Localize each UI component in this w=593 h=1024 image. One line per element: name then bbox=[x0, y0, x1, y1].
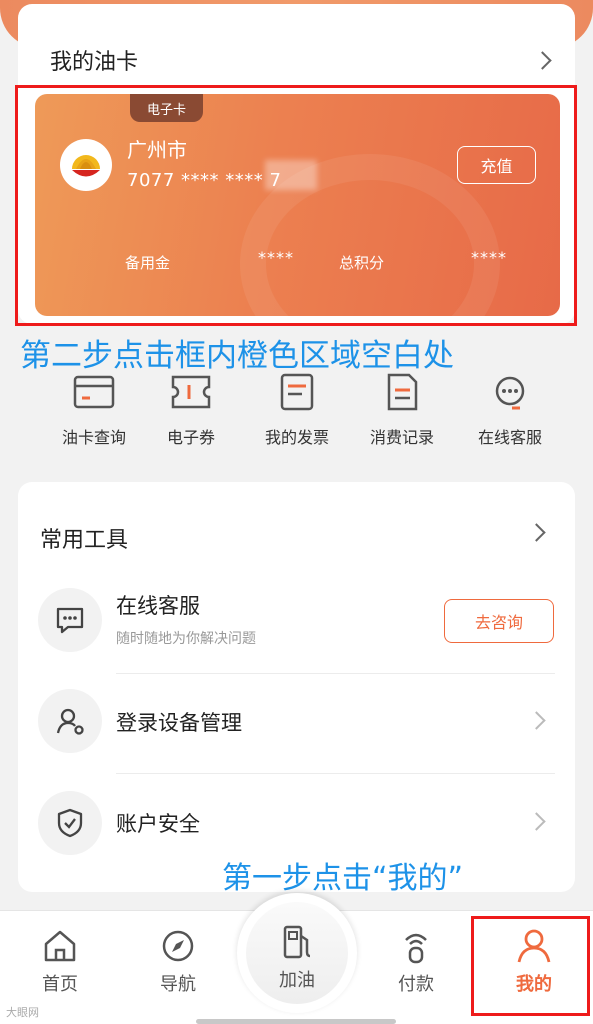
tools-panel: 常用工具 在线客服 随时随地为你解决问题 去咨询 登录设备管理 账户安全 bbox=[18, 482, 575, 892]
card-query-icon bbox=[72, 372, 116, 412]
home-icon bbox=[40, 926, 80, 966]
chevron-right-icon[interactable] bbox=[527, 711, 546, 730]
quick-label: 我的发票 bbox=[264, 428, 329, 447]
record-icon bbox=[380, 372, 424, 412]
card-highlight-box bbox=[15, 85, 577, 326]
chat-icon bbox=[38, 588, 102, 652]
consult-button[interactable]: 去咨询 bbox=[444, 599, 554, 643]
tab-label: 导航 bbox=[160, 974, 196, 995]
quick-label: 消费记录 bbox=[369, 428, 434, 447]
quick-coupon[interactable]: 电子券 bbox=[141, 372, 241, 448]
divider bbox=[116, 673, 555, 674]
tool-title-device-management[interactable]: 登录设备管理 bbox=[116, 707, 242, 737]
tab-navigation[interactable]: 导航 bbox=[128, 926, 228, 996]
chevron-right-icon[interactable] bbox=[527, 523, 546, 542]
tool-title-account-security[interactable]: 账户安全 bbox=[116, 808, 200, 838]
watermark: 大眼网 bbox=[6, 1006, 39, 1019]
tab-pay[interactable]: 付款 bbox=[366, 926, 466, 996]
quick-label: 油卡查询 bbox=[61, 428, 126, 447]
mine-tab-highlight-box bbox=[471, 916, 590, 1016]
invoice-icon bbox=[275, 372, 319, 412]
pay-icon bbox=[396, 926, 436, 966]
quick-card-query[interactable]: 油卡查询 bbox=[44, 372, 144, 448]
tab-label: 付款 bbox=[398, 974, 434, 995]
coupon-icon bbox=[169, 372, 213, 412]
step1-annotation: 第一步点击“我的” bbox=[222, 861, 464, 896]
shield-icon bbox=[38, 791, 102, 855]
chevron-right-icon[interactable] bbox=[533, 51, 552, 70]
tab-fuel[interactable]: 加油 bbox=[247, 922, 347, 992]
step2-annotation: 第二步点击框内橙色区域空白处 bbox=[20, 338, 454, 374]
tab-label: 加油 bbox=[279, 970, 315, 991]
compass-icon bbox=[158, 926, 198, 966]
tab-label: 首页 bbox=[42, 974, 78, 995]
quick-record[interactable]: 消费记录 bbox=[352, 372, 452, 448]
home-indicator bbox=[196, 1019, 396, 1024]
fuel-pump-icon bbox=[277, 922, 317, 962]
tools-title: 常用工具 bbox=[40, 528, 129, 553]
chevron-right-icon[interactable] bbox=[527, 812, 546, 831]
tab-home[interactable]: 首页 bbox=[10, 926, 110, 996]
headset-icon bbox=[488, 372, 532, 412]
quick-label: 电子券 bbox=[166, 428, 215, 447]
oil-card-section-title: 我的油卡 bbox=[50, 50, 139, 75]
tool-subtitle: 随时随地为你解决问题 bbox=[116, 631, 256, 647]
quick-invoice[interactable]: 我的发票 bbox=[247, 372, 347, 448]
divider bbox=[116, 773, 555, 774]
quick-label: 在线客服 bbox=[477, 428, 542, 447]
device-user-icon bbox=[38, 689, 102, 753]
quick-online-service[interactable]: 在线客服 bbox=[460, 372, 560, 448]
tool-title-online-service[interactable]: 在线客服 bbox=[116, 590, 200, 620]
